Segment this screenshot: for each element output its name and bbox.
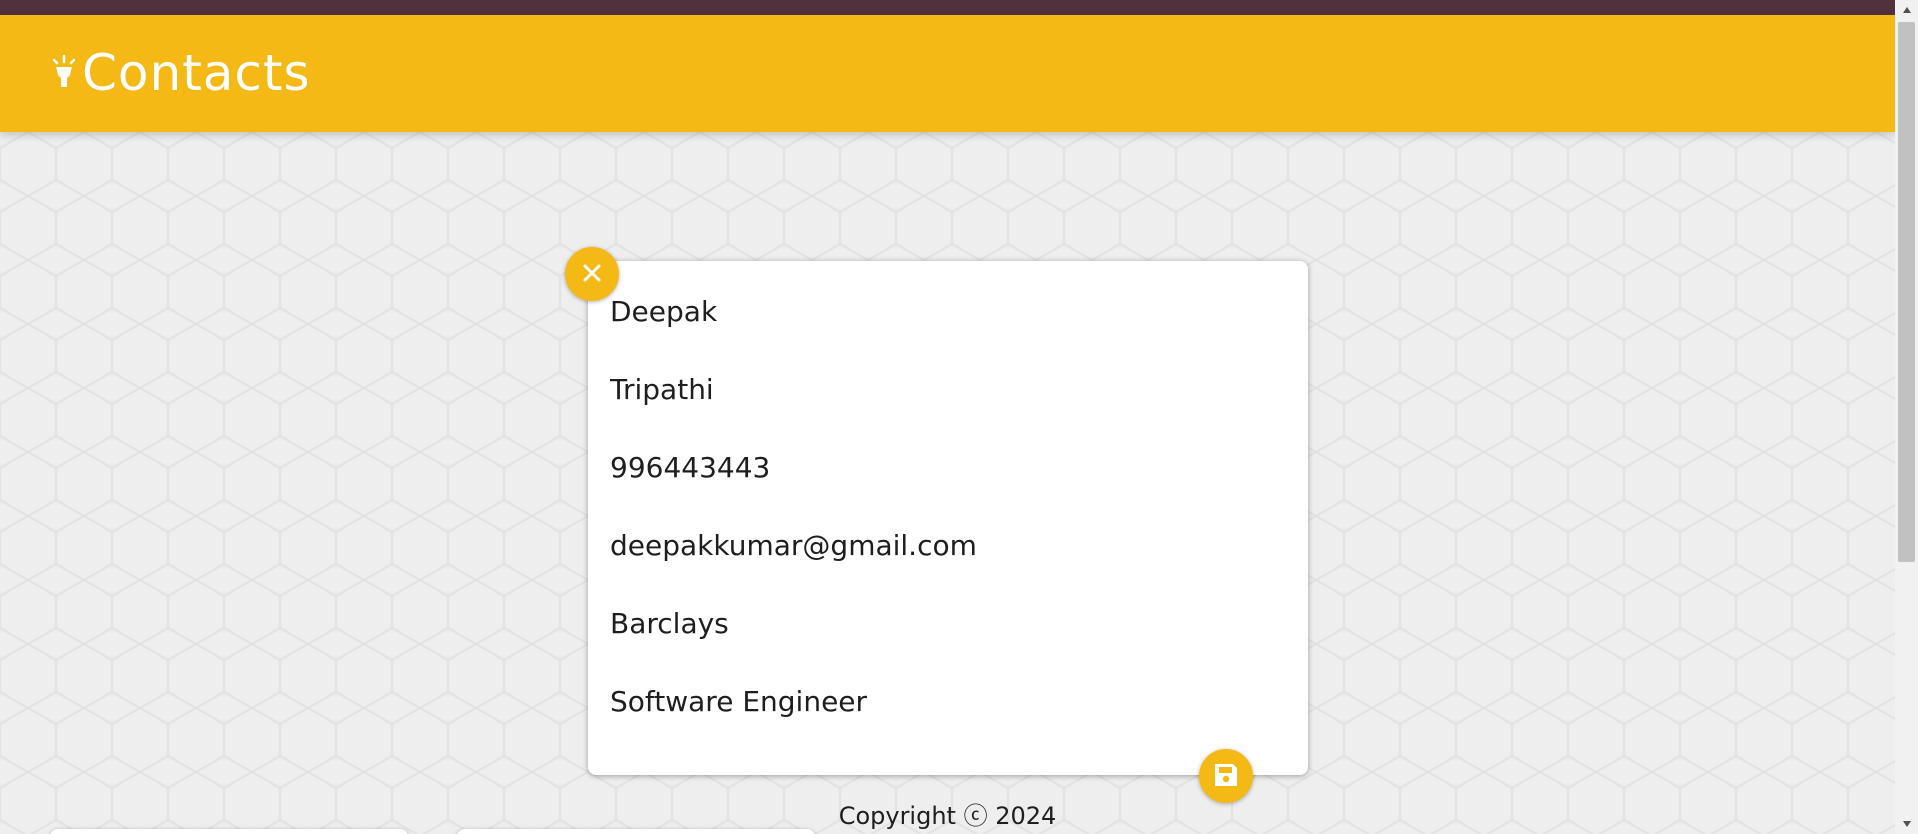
scroll-thumb[interactable] [1898,22,1915,562]
phone-field[interactable] [610,447,1270,487]
app-header: Contacts [0,15,1895,132]
contact-note-card [588,261,1308,775]
first-name-field[interactable] [610,291,1270,331]
footer: Copyright ⓒ 2024 [0,796,1895,831]
job-title-field[interactable] [610,681,1270,721]
scroll-up-arrow-icon[interactable] [1895,0,1918,20]
lightbulb-icon [50,53,78,93]
email-field[interactable] [610,525,1270,565]
window-top-strip [0,0,1895,15]
copyright-text: Copyright ⓒ 2024 [838,802,1057,830]
save-button[interactable] [1199,749,1253,803]
brand: Contacts [50,45,311,101]
scroll-down-arrow-icon[interactable] [1895,814,1918,834]
close-icon [580,261,604,288]
company-field[interactable] [610,603,1270,643]
vertical-scrollbar[interactable] [1895,0,1918,834]
app-title: Contacts [82,44,311,102]
last-name-field[interactable] [610,369,1270,409]
save-icon [1212,761,1240,792]
close-note-button[interactable] [565,247,619,301]
